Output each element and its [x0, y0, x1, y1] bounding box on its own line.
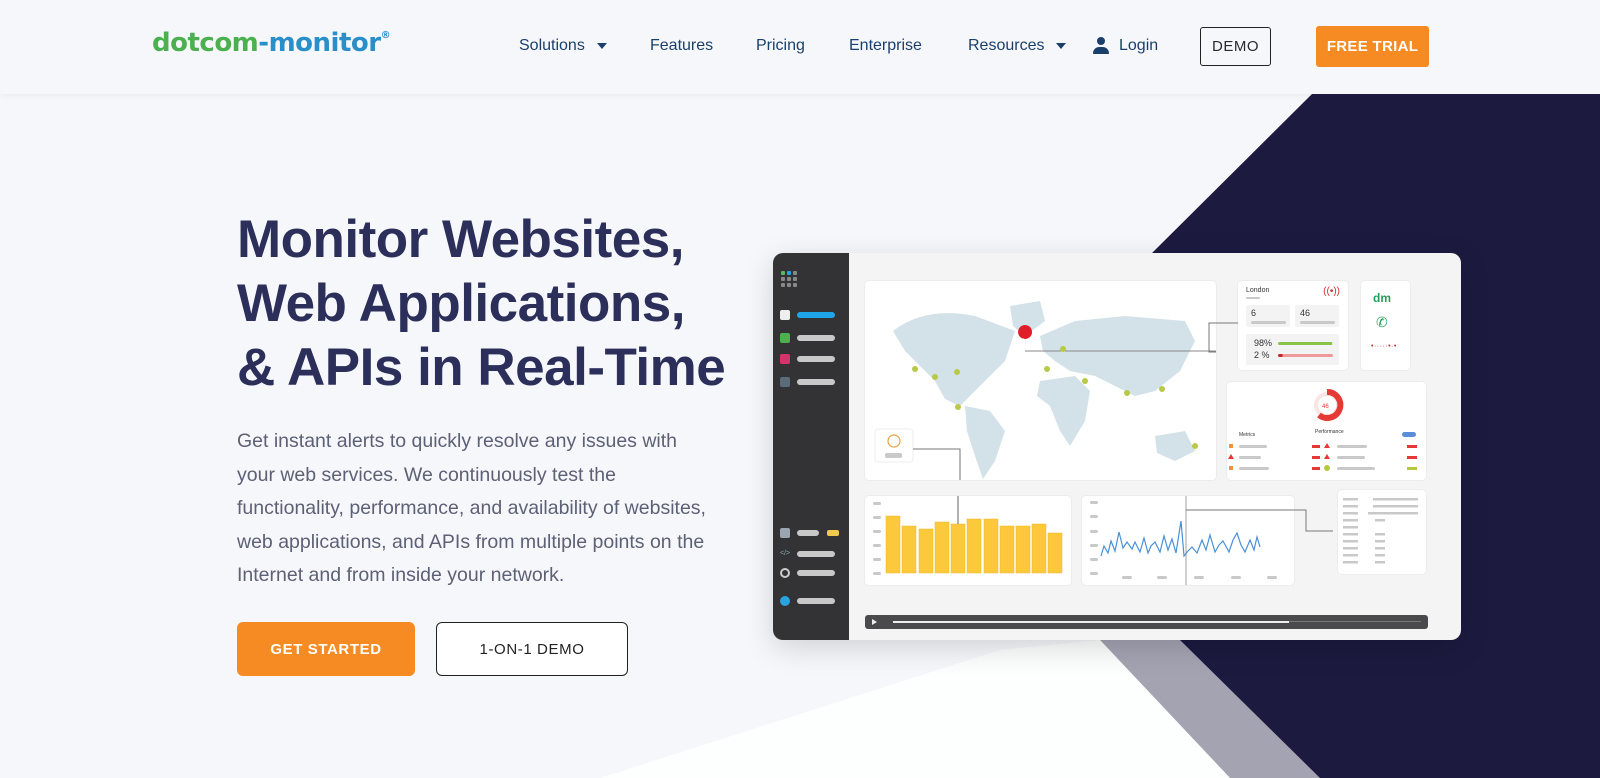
nav-resources[interactable]: Resources [968, 37, 1067, 55]
logo[interactable]: dotcom-monitor® [152, 28, 391, 58]
playback-bar[interactable] [865, 615, 1428, 629]
nav-solutions[interactable]: Solutions [519, 37, 607, 55]
hero-description: Get instant alerts to quickly resolve an… [237, 430, 706, 586]
play-icon[interactable] [872, 619, 877, 625]
get-started-button[interactable]: GET STARTED [237, 622, 415, 676]
login-link[interactable]: Login [1093, 37, 1158, 55]
playback-progress[interactable] [893, 620, 1289, 623]
nav-features[interactable]: Features [650, 37, 713, 55]
nav-pricing[interactable]: Pricing [756, 37, 805, 55]
chevron-down-icon [1056, 43, 1067, 49]
dashboard-illustration: </> ! London ((•)) 6 46 98% 2 % dm ✆ •··… [773, 253, 1461, 640]
one-on-one-demo-button[interactable]: 1-ON-1 DEMO [436, 622, 628, 676]
chevron-down-icon [596, 43, 607, 49]
demo-button[interactable]: DEMO [1200, 27, 1271, 66]
user-icon [1093, 37, 1109, 55]
free-trial-button[interactable]: FREE TRIAL [1316, 26, 1429, 67]
connector-lines [1186, 322, 1333, 532]
nav-enterprise[interactable]: Enterprise [849, 37, 922, 55]
hero-title: Monitor Websites, Web Applications, & AP… [237, 210, 726, 397]
site-header: dotcom-monitor® Solutions Features Prici… [0, 0, 1600, 94]
